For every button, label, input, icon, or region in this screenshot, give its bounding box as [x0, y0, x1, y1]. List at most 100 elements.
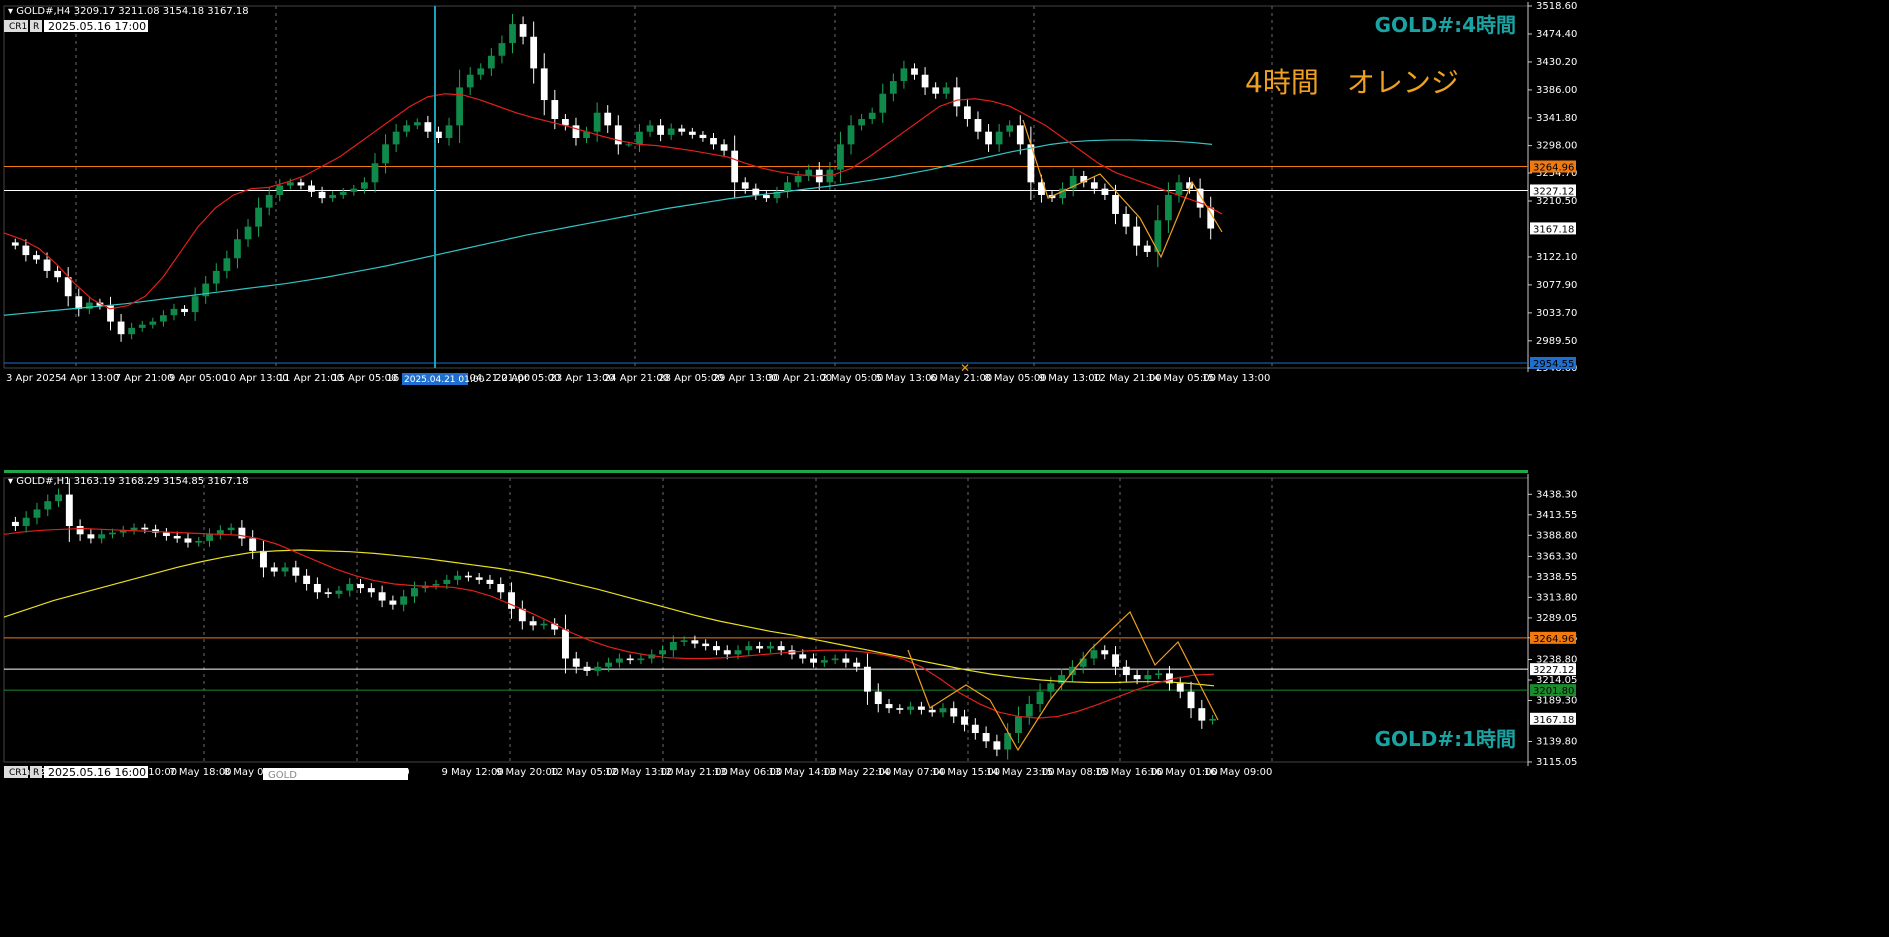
candle-body: [234, 239, 241, 259]
y-tick-label: 3289.05: [1536, 613, 1577, 624]
candle-body: [646, 125, 654, 132]
price-tag-label: 3264.96: [1533, 634, 1574, 645]
candle-body: [745, 646, 753, 651]
y-tick-label: 3313.80: [1536, 592, 1577, 603]
candle-body: [22, 517, 30, 527]
candle-body: [223, 258, 231, 271]
candle-body: [181, 308, 188, 313]
candle-body: [1198, 708, 1206, 721]
y-tick-label: 3338.55: [1536, 572, 1577, 583]
candle-body: [942, 87, 950, 94]
candle-body: [382, 144, 389, 164]
h1-chart-panel[interactable]: 3438.30 3413.55 3388.80 3363.30 3338.55 3313.…: [0, 470, 1889, 937]
candle-body: [974, 119, 982, 132]
candle-body: [149, 321, 157, 325]
cr-toolbar[interactable]: CR1 R 2025.05.16 17:00: [4, 20, 148, 33]
candle-body: [87, 534, 95, 539]
candle-body: [1016, 125, 1024, 145]
candle-body: [367, 588, 375, 593]
corner-title: GOLD#:4時間: [1375, 13, 1516, 37]
candle-body: [1101, 650, 1109, 655]
candle-body: [238, 527, 246, 539]
candle-body: [227, 527, 235, 531]
moving-average-fast: [3, 93, 1223, 310]
candle-body: [1187, 691, 1195, 709]
candle-body: [777, 646, 785, 651]
candle-body: [688, 131, 696, 135]
candle-body: [731, 150, 739, 183]
candle-body: [723, 650, 731, 655]
x-tick-label: 9 May 13:00: [1039, 373, 1101, 384]
candle-body: [1176, 683, 1184, 692]
candle-body: [636, 131, 643, 145]
candle-body: [932, 87, 940, 94]
candle-body: [11, 242, 19, 246]
candle-body: [464, 575, 472, 578]
candle-body: [1112, 194, 1119, 214]
candle-body: [1015, 716, 1022, 734]
candle-body: [498, 43, 506, 56]
price-tag: 3167.18: [1530, 712, 1576, 726]
candle-body: [44, 501, 52, 510]
crosshair-date-label: 2025.04.21 01:00: [404, 375, 485, 385]
candle-body: [486, 579, 494, 584]
x-tick-label: 7 May 18:00: [169, 767, 231, 778]
candle-body: [896, 708, 904, 710]
y-tick-label: 3298.00: [1536, 141, 1577, 152]
candle-body: [562, 119, 569, 126]
chart-shift-icon[interactable]: ✕: [960, 361, 970, 375]
h4-chart-svg[interactable]: 3518.60 3474.40 3430.20 3386.00 3341.80 3298.…: [0, 0, 1889, 470]
candle-body: [1112, 654, 1119, 667]
candle-body: [432, 583, 440, 586]
h1-chart-svg[interactable]: 3438.30 3413.55 3388.80 3363.30 3338.55 3313.…: [0, 470, 1889, 937]
candle-body: [1068, 666, 1076, 676]
candle-body: [826, 169, 834, 183]
candle-body: [1047, 683, 1055, 692]
candle-body: [303, 575, 311, 584]
candle-body: [820, 660, 828, 663]
candle-body: [950, 708, 958, 717]
candle-body: [206, 534, 213, 541]
candle-body: [713, 646, 720, 651]
y-tick-label: 3139.80: [1536, 736, 1577, 747]
price-tag-label: 3201.80: [1533, 686, 1574, 697]
candle-body: [138, 324, 146, 328]
candle-body: [530, 36, 538, 69]
price-tag-label: 3227.12: [1533, 186, 1574, 197]
candle-body: [594, 666, 602, 671]
x-tick-label: 4 Apr 13:00: [60, 373, 119, 384]
y-tick-label: 3115.05: [1536, 757, 1577, 768]
candle-body: [1209, 718, 1217, 721]
candle-body: [371, 163, 379, 183]
x-tick-label: 15 May 13:00: [1202, 373, 1271, 384]
candle-body: [191, 296, 199, 313]
candle-body: [413, 122, 421, 126]
candle-body: [911, 68, 918, 75]
candle-body: [659, 650, 666, 655]
candle-body: [562, 629, 569, 659]
candle-body: [195, 540, 203, 543]
r-label: R: [33, 768, 39, 778]
plot-frame: [3, 5, 1529, 369]
candle-body: [837, 144, 844, 170]
candle-body: [141, 527, 149, 530]
candle-body: [162, 532, 170, 536]
x-tick-label: 9 Apr 05:00: [169, 373, 228, 384]
candle-body: [160, 315, 167, 322]
candle-body: [794, 175, 802, 183]
candle-body: [1090, 650, 1098, 659]
candle-body: [995, 131, 1003, 145]
candle-body: [184, 538, 192, 543]
candle-body: [130, 527, 138, 531]
x-tick-label: 9 May 12:00: [442, 767, 504, 778]
h4-chart-panel[interactable]: 3518.60 3474.40 3430.20 3386.00 3341.80 3298.…: [0, 0, 1889, 470]
cr-toolbar[interactable]: CR1 R 2025.05.16 16:00: [4, 766, 148, 779]
y-tick-label: 3341.80: [1536, 113, 1577, 124]
candle-body: [443, 579, 451, 584]
candle-body: [435, 131, 442, 139]
candle-body: [907, 706, 915, 710]
candle-body: [847, 125, 855, 145]
r-label: R: [33, 22, 39, 32]
candle-body: [928, 709, 936, 713]
candle-body: [75, 296, 83, 309]
